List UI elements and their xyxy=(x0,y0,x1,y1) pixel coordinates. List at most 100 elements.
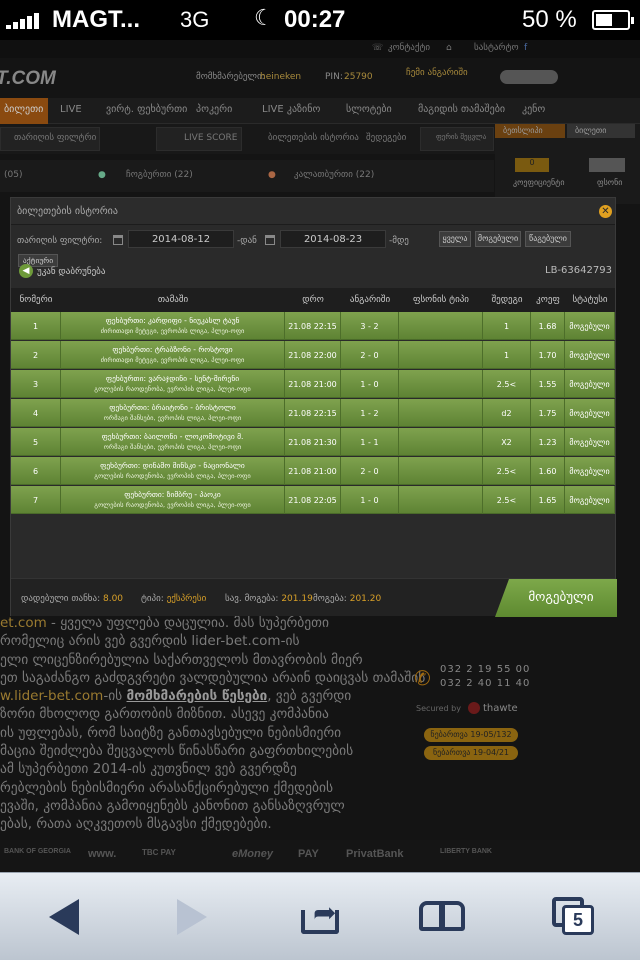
cell-result: 1 xyxy=(483,341,531,369)
date-filter-link[interactable]: თარიღის ფილტრი xyxy=(14,133,96,143)
table-row[interactable]: 1 ფეხბურთი: კარდიფი - ნიუკასლ ტაუნ ძირითად… xyxy=(11,312,615,340)
sports-row: (05) ● ჩოგბურთი (22) ● კალათბურთი (22) xyxy=(0,160,494,192)
match-name: ფეხბურთი: ზიმბრუ - პაოკი xyxy=(124,490,221,499)
table-row[interactable]: 3 ფეხბურთი: ვარაჯდინი - სენტ-მირენი გოლები… xyxy=(11,370,615,398)
cell-match: ფეხბურთი: ბრაიტონი - ბრისტოლი ორმაგი შანს… xyxy=(61,399,285,427)
results-link[interactable]: შედეგები xyxy=(366,133,406,143)
ticket-history-link[interactable]: ბილეთების ისტორია xyxy=(268,133,359,143)
ios-status-bar: MAGT... 3G ☾ 00:27 50 % xyxy=(0,0,640,40)
cell-result: X2 xyxy=(483,428,531,456)
filter-lost-button[interactable]: წაგებული xyxy=(525,231,571,247)
stake-summary: დადებული თანხა: 8.00 xyxy=(21,594,124,604)
ticket-status-badge: მოგებული xyxy=(495,579,617,617)
table-row[interactable]: 6 ფეხბურთი: დინამო მინსკი - ნაციონალი გოლე… xyxy=(11,457,615,485)
modal-title: ბილეთების ისტორია xyxy=(17,206,118,217)
cell-score: 2 - 0 xyxy=(341,457,399,485)
cell-status: მოგებული xyxy=(565,312,615,340)
my-account-link[interactable]: ჩემი ანგარიში xyxy=(406,68,468,78)
filter-won-button[interactable]: მოგებული xyxy=(475,231,521,247)
odds-value: 0 xyxy=(515,158,549,172)
facebook-icon[interactable]: f xyxy=(524,43,527,53)
forward-arrow-icon xyxy=(177,899,207,935)
bank-logo: TBC PAY xyxy=(142,848,176,857)
tennis-ball-icon: ● xyxy=(98,170,106,180)
battery-percent: 50 % xyxy=(522,6,577,33)
match-league: ძირითადი მეტეგი, ევროპის ლიგა, პლეი-ოფი xyxy=(100,327,245,335)
date-filter-bar: თარიღის ფილტრი: 2014-08-12 -დან 2014-08-… xyxy=(11,226,615,256)
cell-result: 2.5< xyxy=(483,486,531,514)
license-badge: ნებართვა 19-05/132 xyxy=(424,728,518,742)
nav-item-virtual-football[interactable]: ვირტ. ფეხბურთი xyxy=(106,104,187,115)
table-row[interactable]: 7 ფეხბურთი: ზიმბრუ - პაოკი გოლების რაოდენო… xyxy=(11,486,615,514)
date-filter-label: თარიღის ფილტრი: xyxy=(17,236,103,246)
table-row[interactable]: 5 ფეხბურთი: ბაილონი - ლოკომოტივი მ. ორმაგი… xyxy=(11,428,615,456)
phone-number[interactable]: 032 2 40 11 40 xyxy=(440,678,530,689)
stake-input[interactable] xyxy=(589,158,625,172)
top-link-home[interactable]: სასტარტო xyxy=(474,43,519,53)
sport-item-tennis[interactable]: ჩოგბურთი (22) xyxy=(126,170,193,180)
site-logo[interactable]: T.COM xyxy=(0,68,56,90)
bookmarks-button[interactable] xyxy=(416,891,472,943)
top-link-contact[interactable]: კონტაქტი xyxy=(388,43,430,53)
logout-button[interactable] xyxy=(500,70,558,84)
nav-item-live[interactable]: LIVE xyxy=(60,104,82,115)
back-arrow-icon[interactable]: ◀ xyxy=(19,264,33,278)
footer-line: ევაში, კომპანია გამოიყენებს კანონით განს… xyxy=(0,797,345,814)
betslip-tab[interactable]: ბეთსლიპი xyxy=(495,124,565,138)
forward-button[interactable] xyxy=(164,891,220,943)
home-icon[interactable]: ⌂ xyxy=(446,43,452,53)
table-row[interactable]: 2 ფეხბურთი: ტრაბზონი - როსტოვი ძირითადი მე… xyxy=(11,341,615,369)
filter-all-button[interactable]: ყველა xyxy=(439,231,471,247)
table-row[interactable]: 4 ფეხბურთი: ბრაიტონი - ბრისტოლი ორმაგი შან… xyxy=(11,399,615,427)
footer-line: ელი ლიცენზირებულია საქართველოს მთავრობის… xyxy=(0,651,363,668)
nav-item-live-casino[interactable]: LIVE კაზინო xyxy=(262,104,320,115)
bank-logo: PrivatBank xyxy=(346,848,404,860)
date-from-input[interactable]: 2014-08-12 xyxy=(128,230,234,248)
do-not-disturb-moon-icon: ☾ xyxy=(254,5,274,30)
cell-bet-type xyxy=(399,428,483,456)
match-name: ფეხბურთი: ვარაჯდინი - სენტ-მირენი xyxy=(105,374,240,383)
calendar-icon[interactable] xyxy=(113,235,123,245)
nav-item-keno[interactable]: კენო xyxy=(522,104,545,115)
ticket-tab[interactable]: ბილეთი xyxy=(567,124,635,138)
phone-number[interactable]: 032 2 19 55 00 xyxy=(440,664,530,675)
back-button[interactable] xyxy=(36,891,92,943)
sport-item-basketball[interactable]: კალათბურთი (22) xyxy=(294,170,374,180)
cell-status: მოგებული xyxy=(565,486,615,514)
tabs-button[interactable]: 5 xyxy=(546,891,602,943)
live-score-link[interactable]: LIVE SCORE xyxy=(184,133,237,143)
sport-item-count[interactable]: (05) xyxy=(4,170,22,180)
cell-time: 21.08 22:15 xyxy=(285,312,341,340)
cell-bet-type xyxy=(399,486,483,514)
secured-by-label: Secured by xyxy=(416,704,461,713)
calendar-icon[interactable] xyxy=(265,235,275,245)
license-badge: ნებართვა 19-04/21 xyxy=(424,746,518,760)
change-color-link[interactable]: ფერის შეცვლა xyxy=(436,133,486,141)
date-to-suffix: -მდე xyxy=(389,236,409,246)
user-rules-link[interactable]: მომხმარების წესები xyxy=(127,688,268,704)
nav-item-ticket[interactable]: ბილეთი xyxy=(4,104,43,115)
match-name: ფეხბურთი: ბრაიტონი - ბრისტოლი xyxy=(109,403,236,412)
cell-odd: 1.55 xyxy=(531,370,565,398)
cell-time: 21.08 21:00 xyxy=(285,370,341,398)
cell-result: 1 xyxy=(483,312,531,340)
close-icon[interactable]: ✕ xyxy=(599,205,612,218)
cell-status: მოგებული xyxy=(565,370,615,398)
cell-number: 2 xyxy=(11,341,61,369)
column-header-bet-type: ფსონის ტიპი xyxy=(413,295,469,305)
share-button[interactable]: ➦ xyxy=(296,891,352,943)
type-summary: ტიპი: ექსპრესი xyxy=(141,594,207,604)
cell-odd: 1.23 xyxy=(531,428,565,456)
footer-line: ზორი მხოლოდ გართობის მიზნით. ასევე კომპა… xyxy=(0,706,329,723)
tabs-icon: 5 xyxy=(552,897,596,937)
date-to-input[interactable]: 2014-08-23 xyxy=(280,230,386,248)
nav-item-table-games[interactable]: მაგიდის თამაშები xyxy=(418,104,505,115)
match-league: ორმაგი შანსები, ევროპის ლიგა, პლეი-ოფი xyxy=(103,443,242,451)
match-name: ფეხბურთი: დინამო მინსკი - ნაციონალი xyxy=(100,461,245,470)
footer-line: ამ სუპერბეთი 2014-ის კუთვნილ ვებ გვერდზე xyxy=(0,761,297,778)
nav-item-poker[interactable]: პოკერი xyxy=(196,104,232,115)
cell-time: 21.08 22:15 xyxy=(285,399,341,427)
clock: 00:27 xyxy=(284,6,346,33)
back-label[interactable]: უკან დაბრუნება xyxy=(37,267,105,277)
nav-item-slots[interactable]: სლოტები xyxy=(346,104,392,115)
